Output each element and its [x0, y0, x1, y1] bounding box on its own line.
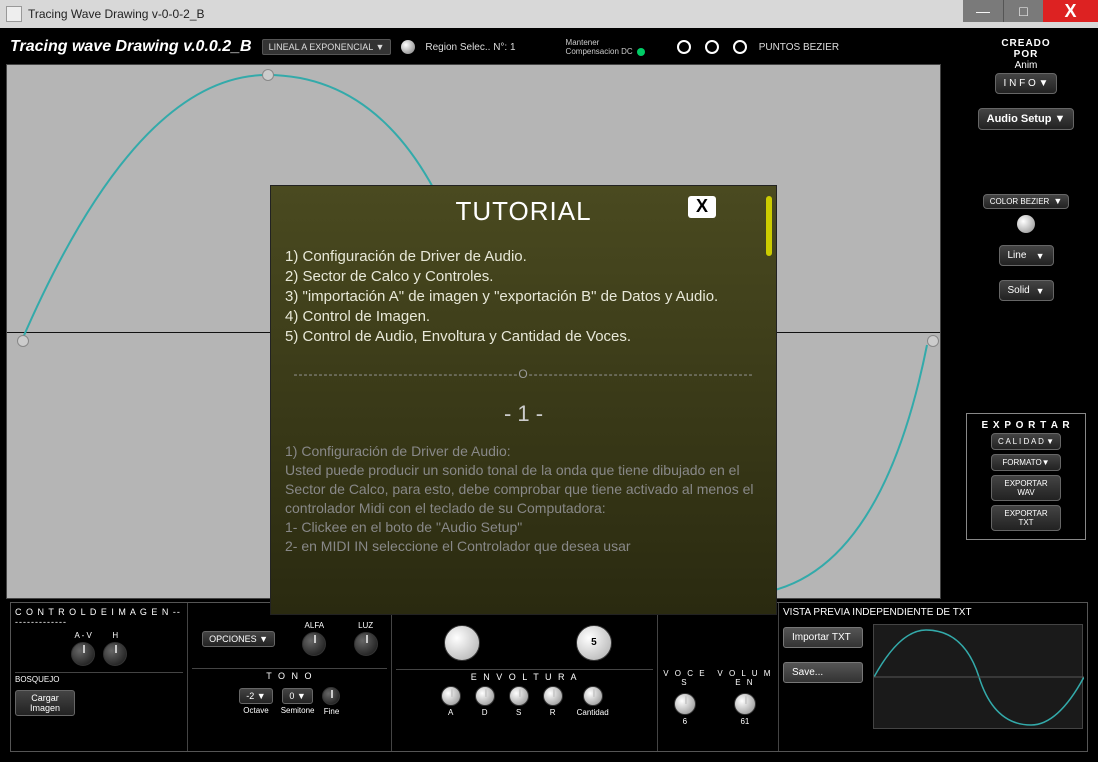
tutorial-item: 3) "importación A" de imagen y "exportac…: [285, 287, 762, 307]
bottom-panel: C O N T R O L D E I M A G E N ----------…: [10, 602, 1088, 752]
tutorial-item: 2) Sector de Calco y Controles.: [285, 267, 762, 287]
app-icon: [6, 6, 22, 22]
envoltura-title: E N V O L T U R A: [396, 672, 653, 682]
load-image-button[interactable]: Cargar Imagen: [15, 690, 75, 716]
bezier-handle[interactable]: [927, 335, 939, 347]
alfa-knob[interactable]: [302, 632, 326, 656]
app-title: Tracing wave Drawing v.0.0.2_B: [10, 38, 252, 56]
tutorial-section: 1) Configuración de Driver de Audio: Ust…: [285, 442, 762, 556]
minimize-button[interactable]: —: [963, 0, 1003, 22]
molde-knob[interactable]: [444, 625, 480, 661]
por-label: POR: [966, 49, 1086, 60]
right-panel: CREADO POR Anim I N F O ▼ Audio Setup ▼ …: [966, 38, 1086, 540]
calidad-dropdown[interactable]: C A L I D A D ▼: [991, 433, 1061, 450]
env-r-knob[interactable]: [543, 686, 563, 706]
dc-led[interactable]: [637, 48, 645, 56]
solid-style-dropdown[interactable]: Solid▼: [999, 280, 1054, 301]
image-control-title: C O N T R O L D E I M A G E N ----------…: [15, 607, 183, 627]
preview-title: VISTA PREVIA INDEPENDIENTE DE TXT: [783, 607, 1083, 618]
octave-dropdown[interactable]: -2 ▼: [239, 688, 272, 704]
env-a-knob[interactable]: [441, 686, 461, 706]
bezier-radio-2[interactable]: [705, 40, 719, 54]
env-cant-knob[interactable]: [583, 686, 603, 706]
tutorial-item: 4) Control de Imagen.: [285, 307, 762, 327]
import-txt-button[interactable]: Importar TXT: [783, 627, 863, 648]
env-s-knob[interactable]: [509, 686, 529, 706]
tutorial-dialog: TUTORIAL X 1) Configuración de Driver de…: [270, 185, 777, 615]
voces-title: V O C E S: [662, 669, 708, 687]
export-title: E X P O R T A R: [973, 420, 1079, 431]
app-header: Tracing wave Drawing v.0.0.2_B LINEAL A …: [6, 34, 1092, 60]
fine-knob[interactable]: [322, 687, 340, 705]
volumen-knob[interactable]: [734, 693, 756, 715]
wave-canvas[interactable]: TUTORIAL X 1) Configuración de Driver de…: [6, 64, 941, 599]
creado-label: CREADO: [966, 38, 1086, 49]
voces-knob[interactable]: [674, 693, 696, 715]
tutorial-list: 1) Configuración de Driver de Audio. 2) …: [285, 247, 762, 347]
bezier-label: PUNTOS BEZIER: [759, 42, 839, 53]
tutorial-page-number: - 1 -: [285, 401, 762, 427]
volumen-title: V O L U M E N: [716, 669, 774, 687]
bezier-radio-3[interactable]: [733, 40, 747, 54]
globe-icon[interactable]: [401, 40, 415, 54]
window-titlebar: Tracing Wave Drawing v-0-0-2_B — □ X: [0, 0, 1098, 28]
color-knob[interactable]: [1017, 215, 1035, 233]
bezier-radio-1[interactable]: [677, 40, 691, 54]
maximize-button[interactable]: □: [1003, 0, 1043, 22]
info-button[interactable]: I N F O ▼: [995, 73, 1058, 94]
tutorial-separator: ----------------------------------------…: [285, 367, 762, 381]
color-bezier-button[interactable]: COLOR BEZIER ▼: [983, 194, 1070, 209]
export-wav-button[interactable]: EXPORTAR WAV: [991, 475, 1061, 501]
tutorial-close-button[interactable]: X: [688, 196, 716, 218]
luz-knob[interactable]: [354, 632, 378, 656]
line-style-dropdown[interactable]: Line▼: [999, 245, 1054, 266]
tono-title: T O N O: [192, 671, 387, 681]
tutorial-item: 1) Configuración de Driver de Audio.: [285, 247, 762, 267]
av-knob[interactable]: [71, 642, 95, 666]
bosquejo-label: BOSQUEJO: [15, 675, 183, 684]
export-panel: E X P O R T A R C A L I D A D ▼ FORMATO▼…: [966, 413, 1086, 540]
tutorial-scrollbar[interactable]: [766, 196, 772, 256]
anim-label: Anim: [966, 60, 1086, 71]
env-d-knob[interactable]: [475, 686, 495, 706]
formato-dropdown[interactable]: FORMATO▼: [991, 454, 1061, 471]
maxp-knob[interactable]: 5: [576, 625, 612, 661]
save-button[interactable]: Save...: [783, 662, 863, 683]
bezier-handle[interactable]: [262, 69, 274, 81]
opciones-dropdown[interactable]: OPCIONES ▼: [202, 631, 275, 647]
dc-comp-group: Mantener Compensacion DC: [566, 38, 645, 56]
close-button[interactable]: X: [1043, 0, 1098, 22]
tutorial-item: 5) Control de Audio, Envoltura y Cantida…: [285, 327, 762, 347]
audio-setup-button[interactable]: Audio Setup ▼: [978, 108, 1075, 130]
mode-dropdown[interactable]: LINEAL A EXPONENCIAL ▼: [262, 39, 392, 55]
region-label: Region Selec.. N°: 1: [425, 42, 515, 53]
h-knob[interactable]: [103, 642, 127, 666]
preview-canvas: [873, 624, 1083, 729]
window-title: Tracing Wave Drawing v-0-0-2_B: [28, 7, 205, 21]
semitone-dropdown[interactable]: 0 ▼: [282, 688, 312, 704]
export-txt-button[interactable]: EXPORTAR TXT: [991, 505, 1061, 531]
bezier-handle[interactable]: [17, 335, 29, 347]
